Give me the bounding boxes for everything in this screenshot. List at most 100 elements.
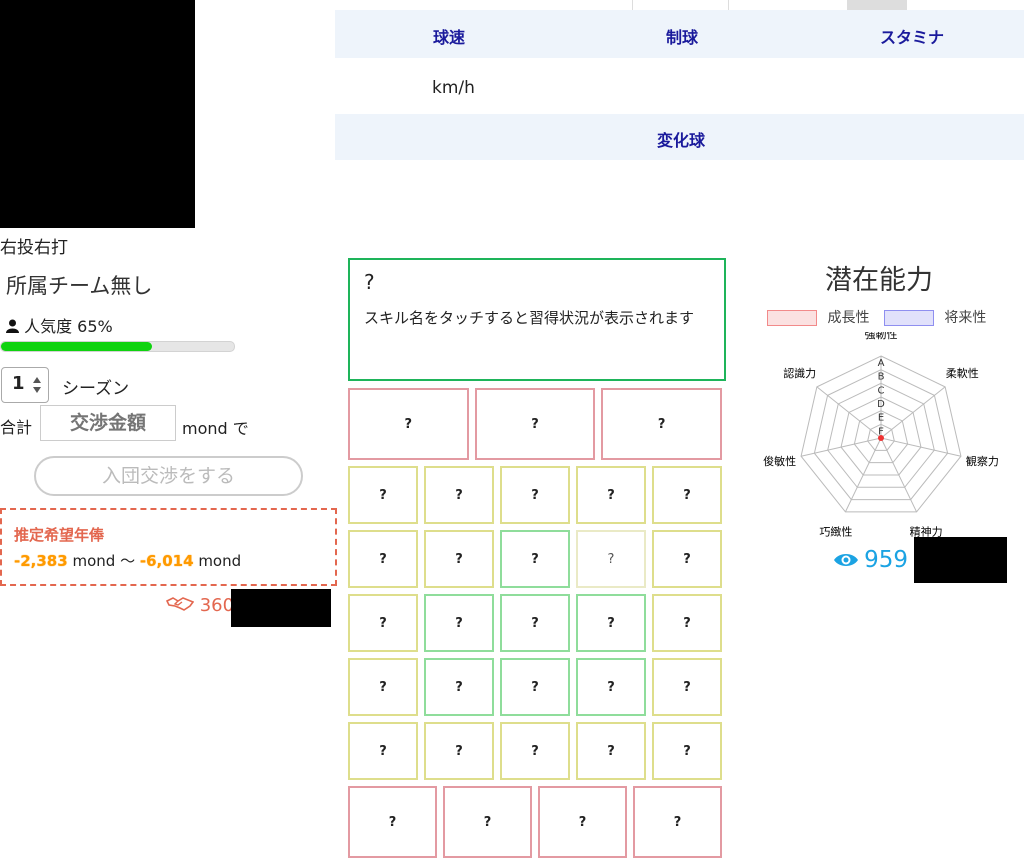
radar-axis-label: 巧緻性 <box>819 525 852 539</box>
speed-header: 球速 <box>433 28 466 47</box>
radar-grade-label: B <box>878 372 885 383</box>
speed-unit: km/h <box>432 78 475 98</box>
radar-spoke <box>816 386 882 439</box>
stamina-header: スタミナ <box>880 28 945 47</box>
skill-cell[interactable]: ? <box>348 658 418 716</box>
skill-cell[interactable]: ? <box>652 594 722 652</box>
skill-cell[interactable]: ? <box>538 786 627 858</box>
hand-label: 右投右打 <box>0 238 68 258</box>
currency-suffix: mond で <box>182 419 249 438</box>
season-label: シーズン <box>62 379 130 399</box>
salary-max-unit: mond <box>198 552 242 570</box>
skill-cell[interactable]: ? <box>348 786 437 858</box>
view-count-value: 959 <box>864 547 908 573</box>
likes-count: 360 <box>199 595 235 616</box>
radar-axis-label: 俊敏性 <box>763 454 796 468</box>
season-value: 1 <box>12 373 25 394</box>
skill-cell[interactable]: ? <box>424 658 494 716</box>
popularity-bar-fill <box>1 342 153 351</box>
skill-cell[interactable]: ? <box>576 722 646 780</box>
skill-cell[interactable]: ? <box>576 658 646 716</box>
salary-range: -2,383 mond 〜 -6,014 mond <box>14 550 241 571</box>
salary-min: -2,383 <box>14 552 68 570</box>
skill-cell[interactable]: ? <box>348 722 418 780</box>
skill-info-hint: スキル名をタッチすると習得状況が表示されます <box>364 309 695 327</box>
skill-cell[interactable]: ? <box>424 466 494 524</box>
view-count: 959 <box>833 547 908 573</box>
growth-legend-swatch <box>767 310 817 326</box>
radar-axis-label: 柔軟性 <box>946 366 979 380</box>
skill-cell[interactable]: ? <box>500 658 570 716</box>
salary-max: -6,014 <box>139 552 194 570</box>
skill-info-name: ? <box>364 270 375 294</box>
skill-cell[interactable]: ? <box>474 388 596 460</box>
skill-cell[interactable]: ? <box>424 722 494 780</box>
radar-grade-label: C <box>878 385 885 396</box>
redacted-block-left <box>231 589 331 627</box>
popularity: 人気度 65% <box>6 313 113 337</box>
skill-info-box: ? スキル名をタッチすると習得状況が表示されます <box>348 258 726 381</box>
skill-cell[interactable]: ? <box>500 466 570 524</box>
popularity-bar <box>0 341 235 352</box>
future-legend-swatch <box>883 310 934 326</box>
radar-grade-label: A <box>878 358 885 369</box>
updown-arrows-icon <box>33 377 41 393</box>
radar-axis-label: 認識力 <box>783 366 816 380</box>
salary-separator: 〜 <box>120 552 136 570</box>
skill-cell[interactable]: ? <box>443 786 532 858</box>
potential-legend: 成長性 将来性 <box>767 307 986 327</box>
radar-axis-label: 観察力 <box>966 454 999 468</box>
future-legend-label: 将来性 <box>944 310 987 326</box>
skill-cell[interactable]: ? <box>424 530 494 588</box>
skill-cell[interactable]: ? <box>652 530 722 588</box>
control-header: 制球 <box>666 28 699 47</box>
skill-cell[interactable]: ? <box>633 786 722 858</box>
skill-cell[interactable]: ? <box>500 722 570 780</box>
redacted-block-right <box>914 537 1007 583</box>
radar-spoke <box>880 437 962 457</box>
radar-grade-label: D <box>877 399 885 410</box>
skill-cell[interactable]: ? <box>652 722 722 780</box>
skill-cell[interactable]: ? <box>348 388 469 460</box>
radar-center-dot <box>878 435 884 441</box>
person-icon <box>6 319 19 333</box>
player-portrait <box>0 0 195 228</box>
salary-title: 推定希望年俸 <box>14 526 105 544</box>
radar-spoke <box>880 386 946 439</box>
growth-legend-label: 成長性 <box>827 310 870 326</box>
breaking-header: 変化球 <box>657 131 706 150</box>
stats-header-row: 球速 制球 スタミナ <box>335 10 1024 58</box>
skill-cell[interactable]: ? <box>424 594 494 652</box>
season-stepper[interactable]: 1 <box>1 367 49 403</box>
handshake-icon <box>165 597 195 611</box>
skill-cell[interactable]: ? <box>601 388 722 460</box>
skill-cell[interactable]: ? <box>500 530 570 588</box>
potential-title: 潜在能力 <box>825 265 933 296</box>
breaking-header-row: 変化球 <box>335 114 1024 160</box>
salary-box: 推定希望年俸 -2,383 mond 〜 -6,014 mond <box>0 508 337 586</box>
team-name: 所属チーム無し <box>6 274 153 298</box>
skill-cell[interactable]: ? <box>652 658 722 716</box>
amount-input[interactable] <box>40 405 176 441</box>
popularity-label: 人気度 65% <box>24 317 113 336</box>
skill-cell[interactable]: ? <box>576 594 646 652</box>
eye-icon <box>834 554 858 566</box>
skill-cell[interactable]: ? <box>348 594 418 652</box>
tab-stub-2 <box>847 0 907 10</box>
likes: 360 <box>165 595 235 616</box>
radar-grade-label: E <box>878 413 884 424</box>
radar-axis-label: 強靭性 <box>865 332 898 341</box>
skill-cell[interactable]: ? <box>348 530 418 588</box>
stats-table: 球速 制球 スタミナ km/h 変化球 <box>335 0 1024 165</box>
salary-min-unit: mond <box>72 552 116 570</box>
join-negotiation-button[interactable]: 入団交渉をする <box>34 456 303 496</box>
skill-cell[interactable]: ? <box>348 466 418 524</box>
total-label: 合計 <box>0 418 33 437</box>
skill-cell[interactable]: ? <box>500 594 570 652</box>
skill-cell[interactable]: ? <box>576 466 646 524</box>
skill-cell[interactable]: ? <box>576 530 646 588</box>
skill-cell[interactable]: ? <box>652 466 722 524</box>
radar-spoke <box>800 437 882 457</box>
tab-stub-1 <box>632 0 729 10</box>
potential-radar-chart: 強靭性柔軟性観察力精神力巧緻性俊敏性認識力ABCDEF <box>763 332 999 539</box>
